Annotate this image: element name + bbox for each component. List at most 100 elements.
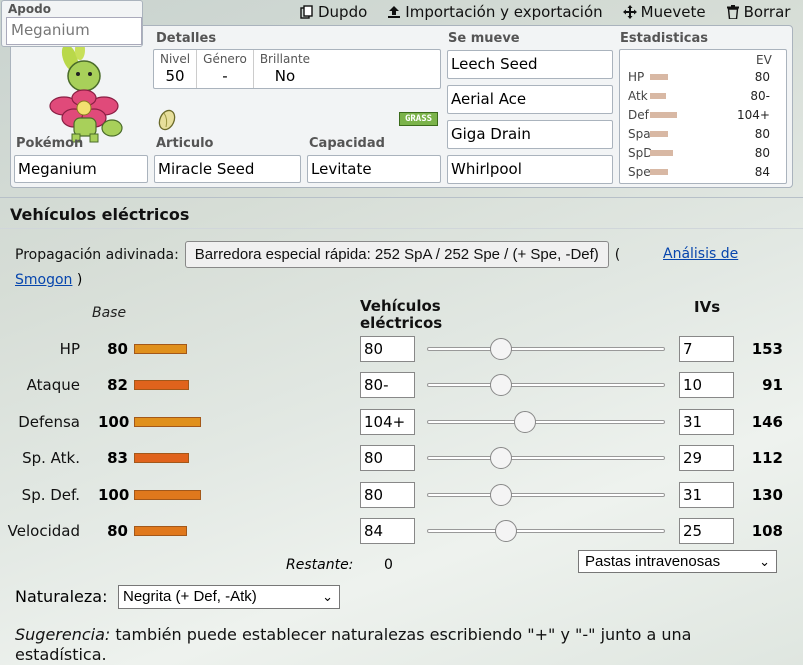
smogon-analysis-link-part2[interactable]: Smogon xyxy=(15,272,72,288)
stat-base-value: 82 xyxy=(107,376,128,395)
stat-iv-input[interactable]: 7 xyxy=(679,336,734,362)
stat-name: Sp. Atk. xyxy=(22,449,80,468)
ability-input[interactable]: Levitate xyxy=(307,155,441,183)
stat-ev-input[interactable]: 80 xyxy=(360,336,415,362)
duplicate-label: Dupdo xyxy=(318,3,368,21)
stat-ev-input[interactable]: 80 xyxy=(360,445,415,472)
mini-stat-ev: 80 xyxy=(754,146,770,160)
stat-ev-input[interactable]: 104+ xyxy=(360,408,415,435)
spread-open-paren: ( xyxy=(614,246,621,263)
move-button[interactable]: Muevete xyxy=(622,0,706,24)
stat-base-value: 100 xyxy=(98,412,130,431)
mini-stat-ev: 80 xyxy=(754,127,770,141)
guessed-spread-button[interactable]: Barredora especial rápida: 252 SpA / 252… xyxy=(184,241,609,268)
pokemon-sprite[interactable] xyxy=(38,36,130,144)
stat-base-bar xyxy=(134,526,187,536)
delete-button[interactable]: Borrar xyxy=(726,0,790,24)
stat-ev-slider-thumb[interactable] xyxy=(490,374,512,397)
stat-iv-input[interactable]: 31 xyxy=(679,408,734,435)
moves-label: Se mueve xyxy=(448,31,520,46)
stat-name: Velocidad xyxy=(7,522,80,540)
item-select-value: Pastas intravenosas xyxy=(585,553,721,570)
details-box[interactable]: Nivel 50 Género - Brillante No xyxy=(153,49,441,89)
stat-ev-slider[interactable] xyxy=(427,410,665,433)
stat-total: 108 xyxy=(751,522,783,540)
stat-ev-slider[interactable] xyxy=(427,338,665,360)
details-label: Detalles xyxy=(156,31,217,46)
remaining-value: 0 xyxy=(384,557,393,573)
mini-stat-row: Spe 84 xyxy=(620,163,786,181)
guessed-spread-row: Propagación adivinada: Barredora especia… xyxy=(15,241,620,268)
mini-stat-bar xyxy=(650,93,666,99)
pokemon-input[interactable]: Meganium xyxy=(14,155,148,183)
mini-stat-row: Def 104+ xyxy=(620,106,786,124)
stat-ev-input[interactable]: 80- xyxy=(360,372,415,399)
upload-icon xyxy=(388,6,401,18)
copy-icon xyxy=(300,5,313,19)
stat-name: Sp. Def. xyxy=(21,485,80,504)
section-title: Vehículos eléctricos xyxy=(10,205,190,224)
iv-header: IVs xyxy=(694,298,721,316)
nature-select[interactable]: Negrita (+ Def, -Atk) ⌄ xyxy=(118,585,340,609)
stat-ev-slider[interactable] xyxy=(427,447,665,470)
mini-stat-ev: 80 xyxy=(754,70,770,84)
stat-ev-slider-thumb[interactable] xyxy=(514,410,536,433)
guessed-spread-label: Propagación adivinada: xyxy=(15,246,179,263)
remaining-label: Restante: xyxy=(286,557,354,573)
move-label: Muevete xyxy=(640,3,706,21)
stat-total: 112 xyxy=(751,449,783,468)
stat-ev-slider-thumb[interactable] xyxy=(495,520,517,542)
ev-header-line1: Vehículos xyxy=(360,297,441,315)
nickname-box: Apodo Meganium xyxy=(1,0,143,47)
duplicate-button[interactable]: Dupdo xyxy=(300,0,367,24)
stat-total: 91 xyxy=(762,376,783,395)
mini-stat-bar xyxy=(650,131,668,137)
mini-stat-row: SpD 80 xyxy=(620,144,786,162)
move-1-input[interactable]: Leech Seed xyxy=(447,50,613,79)
mini-stat-ev: 84 xyxy=(754,165,770,179)
import-export-button[interactable]: Importación y exportación xyxy=(387,0,603,24)
chevron-down-icon: ⌄ xyxy=(322,589,333,604)
stat-total: 146 xyxy=(751,412,783,431)
miracle-seed-icon xyxy=(158,109,176,131)
stat-ev-slider[interactable] xyxy=(427,483,665,506)
stat-base-value: 83 xyxy=(107,449,128,468)
move-2-input[interactable]: Aerial Ace xyxy=(447,85,613,114)
move-4-input[interactable]: Whirlpool xyxy=(447,155,613,184)
item-input[interactable]: Miracle Seed xyxy=(154,155,301,183)
stat-ev-input[interactable]: 84 xyxy=(360,518,415,544)
mini-stats-box[interactable]: EV HP 80 Atk 80- Def 104+ Spa 80 SpD 80 Spe 84 xyxy=(619,49,787,184)
mini-stat-row: HP 80 xyxy=(620,68,786,86)
stat-ev-slider[interactable] xyxy=(427,520,665,542)
stat-base-value: 80 xyxy=(107,522,128,540)
stat-base-bar xyxy=(134,344,187,354)
smogon-analysis-link-part1[interactable]: Análisis de xyxy=(663,246,738,262)
mini-stat-name: SpD xyxy=(628,146,653,160)
nature-label: Naturaleza: xyxy=(15,587,108,606)
trash-icon xyxy=(726,5,739,19)
stat-base-bar xyxy=(134,416,201,427)
stat-iv-input[interactable]: 29 xyxy=(679,445,734,472)
stat-iv-input[interactable]: 31 xyxy=(679,481,734,508)
mini-stat-row: Atk 80- xyxy=(620,87,786,105)
stat-iv-input[interactable]: 10 xyxy=(679,372,734,399)
tip-body: también puede establecer naturalezas esc… xyxy=(15,625,692,664)
item-select[interactable]: Pastas intravenosas ⌄ xyxy=(578,550,777,573)
nickname-input[interactable]: Meganium xyxy=(6,17,142,45)
shiny-column: Brillante No xyxy=(254,50,316,88)
stat-ev-slider-thumb[interactable] xyxy=(490,483,512,506)
mini-stat-bar xyxy=(650,150,673,156)
stat-total: 130 xyxy=(751,485,783,504)
type-badge-grass: GRASS xyxy=(399,112,438,126)
mini-stat-name: Spe xyxy=(628,165,651,179)
stat-ev-slider-thumb[interactable] xyxy=(490,338,512,360)
stat-name: HP xyxy=(59,340,80,358)
stat-ev-slider[interactable] xyxy=(427,374,665,397)
stat-iv-input[interactable]: 25 xyxy=(679,518,734,544)
nickname-label: Apodo xyxy=(8,2,51,16)
mini-stat-ev: 80- xyxy=(750,89,770,103)
stat-ev-input[interactable]: 80 xyxy=(360,481,415,508)
move-3-input[interactable]: Giga Drain xyxy=(447,120,613,149)
gender-value: - xyxy=(222,67,228,85)
stat-ev-slider-thumb[interactable] xyxy=(490,447,512,470)
